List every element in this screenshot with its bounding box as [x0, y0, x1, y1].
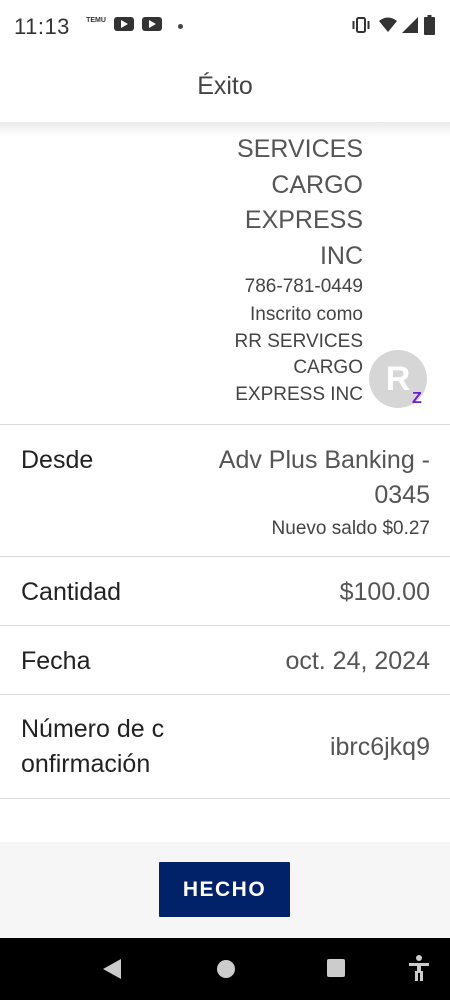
- page-title: Éxito: [197, 72, 253, 100]
- recipient-name-line: EXPRESS: [244, 206, 363, 234]
- divider: [0, 694, 450, 695]
- accessibility-icon[interactable]: [407, 954, 431, 982]
- recipient-name: SERVICES CARGO EXPRESS INC: [163, 132, 363, 274]
- enrolled-line: CARGO: [293, 357, 363, 378]
- home-icon[interactable]: [217, 960, 235, 978]
- recipient-name-line: CARGO: [271, 170, 363, 199]
- status-bar: 11:13 TEMU: [0, 0, 450, 54]
- from-value-line: Adv Plus Banking -: [218, 446, 430, 474]
- header: Éxito: [0, 54, 450, 122]
- vibrate-icon: [352, 17, 370, 33]
- youtube-icon: [114, 17, 134, 31]
- temu-icon: TEMU: [86, 17, 106, 35]
- divider: [0, 556, 450, 557]
- divider: [0, 798, 450, 799]
- enrolled-as: Inscrito como RR SERVICES CARGO EXPRESS …: [163, 302, 363, 408]
- bottom-bar: HECHO: [0, 842, 450, 938]
- wifi-icon: [379, 17, 397, 32]
- battery-icon: [424, 15, 435, 35]
- recipient-section: SERVICES CARGO EXPRESS INC 786-781-0449 …: [0, 130, 450, 424]
- status-time: 11:13: [14, 14, 70, 39]
- enrolled-line: Inscrito como: [250, 304, 363, 325]
- from-label: Desde: [21, 446, 94, 474]
- confirmation-label: Número de c onfirmación: [21, 712, 164, 782]
- zelle-icon: Z: [412, 390, 422, 407]
- new-balance: Nuevo saldo $0.27: [271, 518, 430, 539]
- confirmation-label-line: onfirmación: [21, 750, 151, 778]
- enrolled-line: RR SERVICES: [234, 330, 363, 352]
- divider: [0, 424, 450, 425]
- signal-icon: [402, 17, 418, 33]
- enrolled-line: EXPRESS INC: [235, 383, 363, 405]
- confirmation-label-line: Número de c: [21, 715, 165, 743]
- date-label: Fecha: [21, 647, 91, 675]
- recents-icon[interactable]: [327, 959, 345, 977]
- confirmation-value: ibrc6jkq9: [329, 733, 430, 761]
- divider: [0, 625, 450, 626]
- amount-value: $100.00: [339, 578, 430, 606]
- done-button[interactable]: HECHO: [159, 862, 290, 917]
- recipient-name-line: INC: [319, 241, 363, 270]
- youtube-icon: [142, 17, 162, 31]
- from-value-line: 0345: [374, 481, 430, 509]
- recipient-phone: 786-781-0449: [244, 276, 363, 297]
- recipient-name-line: SERVICES: [237, 135, 363, 163]
- dot-icon: [178, 24, 183, 29]
- from-value: Adv Plus Banking - 0345: [219, 443, 430, 513]
- temu-icon-label: TEMU: [86, 17, 106, 24]
- amount-label: Cantidad: [21, 578, 122, 606]
- back-icon[interactable]: [103, 959, 121, 979]
- navigation-bar: [0, 938, 450, 1000]
- date-value: oct. 24, 2024: [285, 647, 430, 675]
